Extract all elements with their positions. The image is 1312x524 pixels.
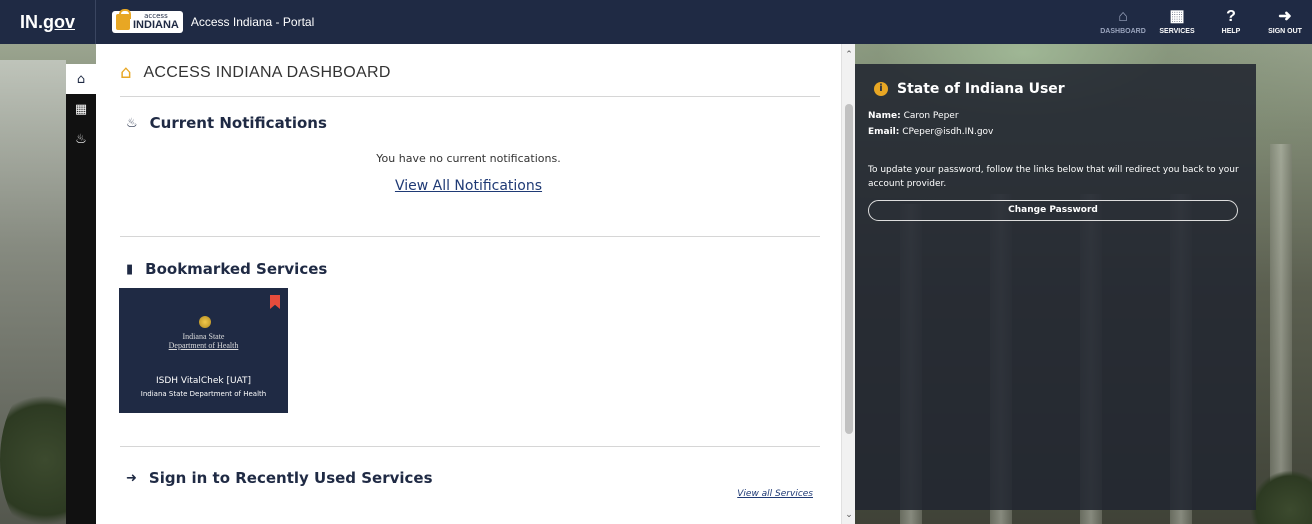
user-name-row: Name: Caron Peper <box>868 111 959 121</box>
nav-help[interactable]: ? HELP <box>1204 0 1258 44</box>
name-value: Caron Peper <box>903 111 959 121</box>
grid-icon: ▦ <box>1169 8 1185 25</box>
nav-services-label: SERVICES <box>1159 28 1195 35</box>
bookmark-icon[interactable] <box>270 295 280 309</box>
rail-home[interactable]: ⌂ <box>66 64 96 94</box>
page-title: ACCESS INDIANA DASHBOARD <box>143 63 391 81</box>
user-info-panel: i State of Indiana User Name: Caron Pepe… <box>855 64 1256 510</box>
scroll-down-icon[interactable]: ⌄ <box>842 508 856 522</box>
rail-notifications[interactable]: ♨ <box>66 124 96 154</box>
card-org-line2: Department of Health <box>168 341 239 350</box>
password-message: To update your password, follow the link… <box>868 165 1239 189</box>
in-gov-logo[interactable]: IN. gov <box>0 0 96 44</box>
top-nav: ⌂ DASHBOARD ▦ SERVICES ? HELP ➜ SIGN OUT <box>1096 0 1312 44</box>
in-gov-prefix: IN. <box>19 11 43 32</box>
nav-services[interactable]: ▦ SERVICES <box>1150 0 1204 44</box>
email-value: CPeper@isdh.IN.gov <box>902 127 994 137</box>
grid-icon: ▦ <box>74 101 88 117</box>
user-panel-heading: i State of Indiana User <box>874 81 1065 97</box>
home-icon: ⌂ <box>120 62 132 83</box>
recent-services-title: Sign in to Recently Used Services <box>148 469 433 487</box>
question-icon: ? <box>1226 8 1236 25</box>
home-icon: ⌂ <box>1118 8 1128 25</box>
scrollbar[interactable]: ⌃ ⌄ <box>841 44 855 524</box>
bookmark-icon: ▮ <box>126 261 134 277</box>
scroll-up-icon[interactable]: ⌃ <box>842 48 856 62</box>
dashboard-panel: ⌂ ACCESS INDIANA DASHBOARD ♨ Current Not… <box>96 44 841 524</box>
divider <box>120 446 820 447</box>
scroll-thumb[interactable] <box>845 104 853 434</box>
card-service-name: ISDH VitalChek [UAT] <box>155 376 252 386</box>
bell-icon: ♨ <box>75 131 87 147</box>
in-gov-suffix: gov <box>43 11 76 32</box>
seal-icon <box>199 316 211 328</box>
notifications-title: Current Notifications <box>149 114 327 132</box>
column <box>1270 144 1292 524</box>
card-department: Indiana State Department of Health <box>140 390 267 398</box>
sign-out-icon: ➜ <box>1278 8 1292 25</box>
bookmarked-service-card[interactable]: Indiana State Department of Health ISDH … <box>119 288 288 413</box>
user-panel-title: State of Indiana User <box>897 81 1065 97</box>
divider <box>120 96 820 97</box>
view-all-services-link[interactable]: View all Services <box>737 489 813 499</box>
access-indiana-logo[interactable]: access INDIANA <box>112 9 183 33</box>
nav-help-label: HELP <box>1221 28 1241 35</box>
tree <box>1250 470 1312 524</box>
dashboard-header: ⌂ ACCESS INDIANA DASHBOARD <box>120 62 391 83</box>
notifications-heading: ♨ Current Notifications <box>126 114 327 132</box>
user-email-row: Email: CPeper@isdh.IN.gov <box>868 127 993 137</box>
lock-icon <box>116 9 131 30</box>
email-label: Email: <box>868 127 900 137</box>
sign-in-icon: ➜ <box>126 470 137 486</box>
nav-dashboard-label: DASHBOARD <box>1100 28 1146 35</box>
portal-title: Access Indiana - Portal <box>190 15 315 29</box>
home-icon: ⌂ <box>76 71 86 87</box>
nav-sign-out[interactable]: ➜ SIGN OUT <box>1258 0 1312 44</box>
bookmarks-heading: ▮ Bookmarked Services <box>126 260 327 278</box>
recent-services-heading: ➜ Sign in to Recently Used Services <box>126 469 433 487</box>
no-notifications-text: You have no current notifications. <box>376 152 561 165</box>
nav-dashboard[interactable]: ⌂ DASHBOARD <box>1096 0 1150 44</box>
card-org-line1: Indiana State <box>182 332 225 341</box>
info-icon: i <box>874 82 888 96</box>
divider <box>120 236 820 237</box>
logo-big-text: INDIANA <box>133 19 179 31</box>
bookmarks-title: Bookmarked Services <box>145 260 328 278</box>
nav-sign-out-label: SIGN OUT <box>1268 28 1302 35</box>
rail-services[interactable]: ▦ <box>66 94 96 124</box>
name-label: Name: <box>868 111 901 121</box>
bell-icon: ♨ <box>126 115 138 131</box>
top-bar: IN. gov access INDIANA Access Indiana - P… <box>0 0 1312 44</box>
view-all-notifications-link[interactable]: View All Notifications <box>96 178 841 194</box>
change-password-button[interactable]: Change Password <box>868 200 1238 221</box>
left-rail: ⌂ ▦ ♨ <box>66 64 96 524</box>
